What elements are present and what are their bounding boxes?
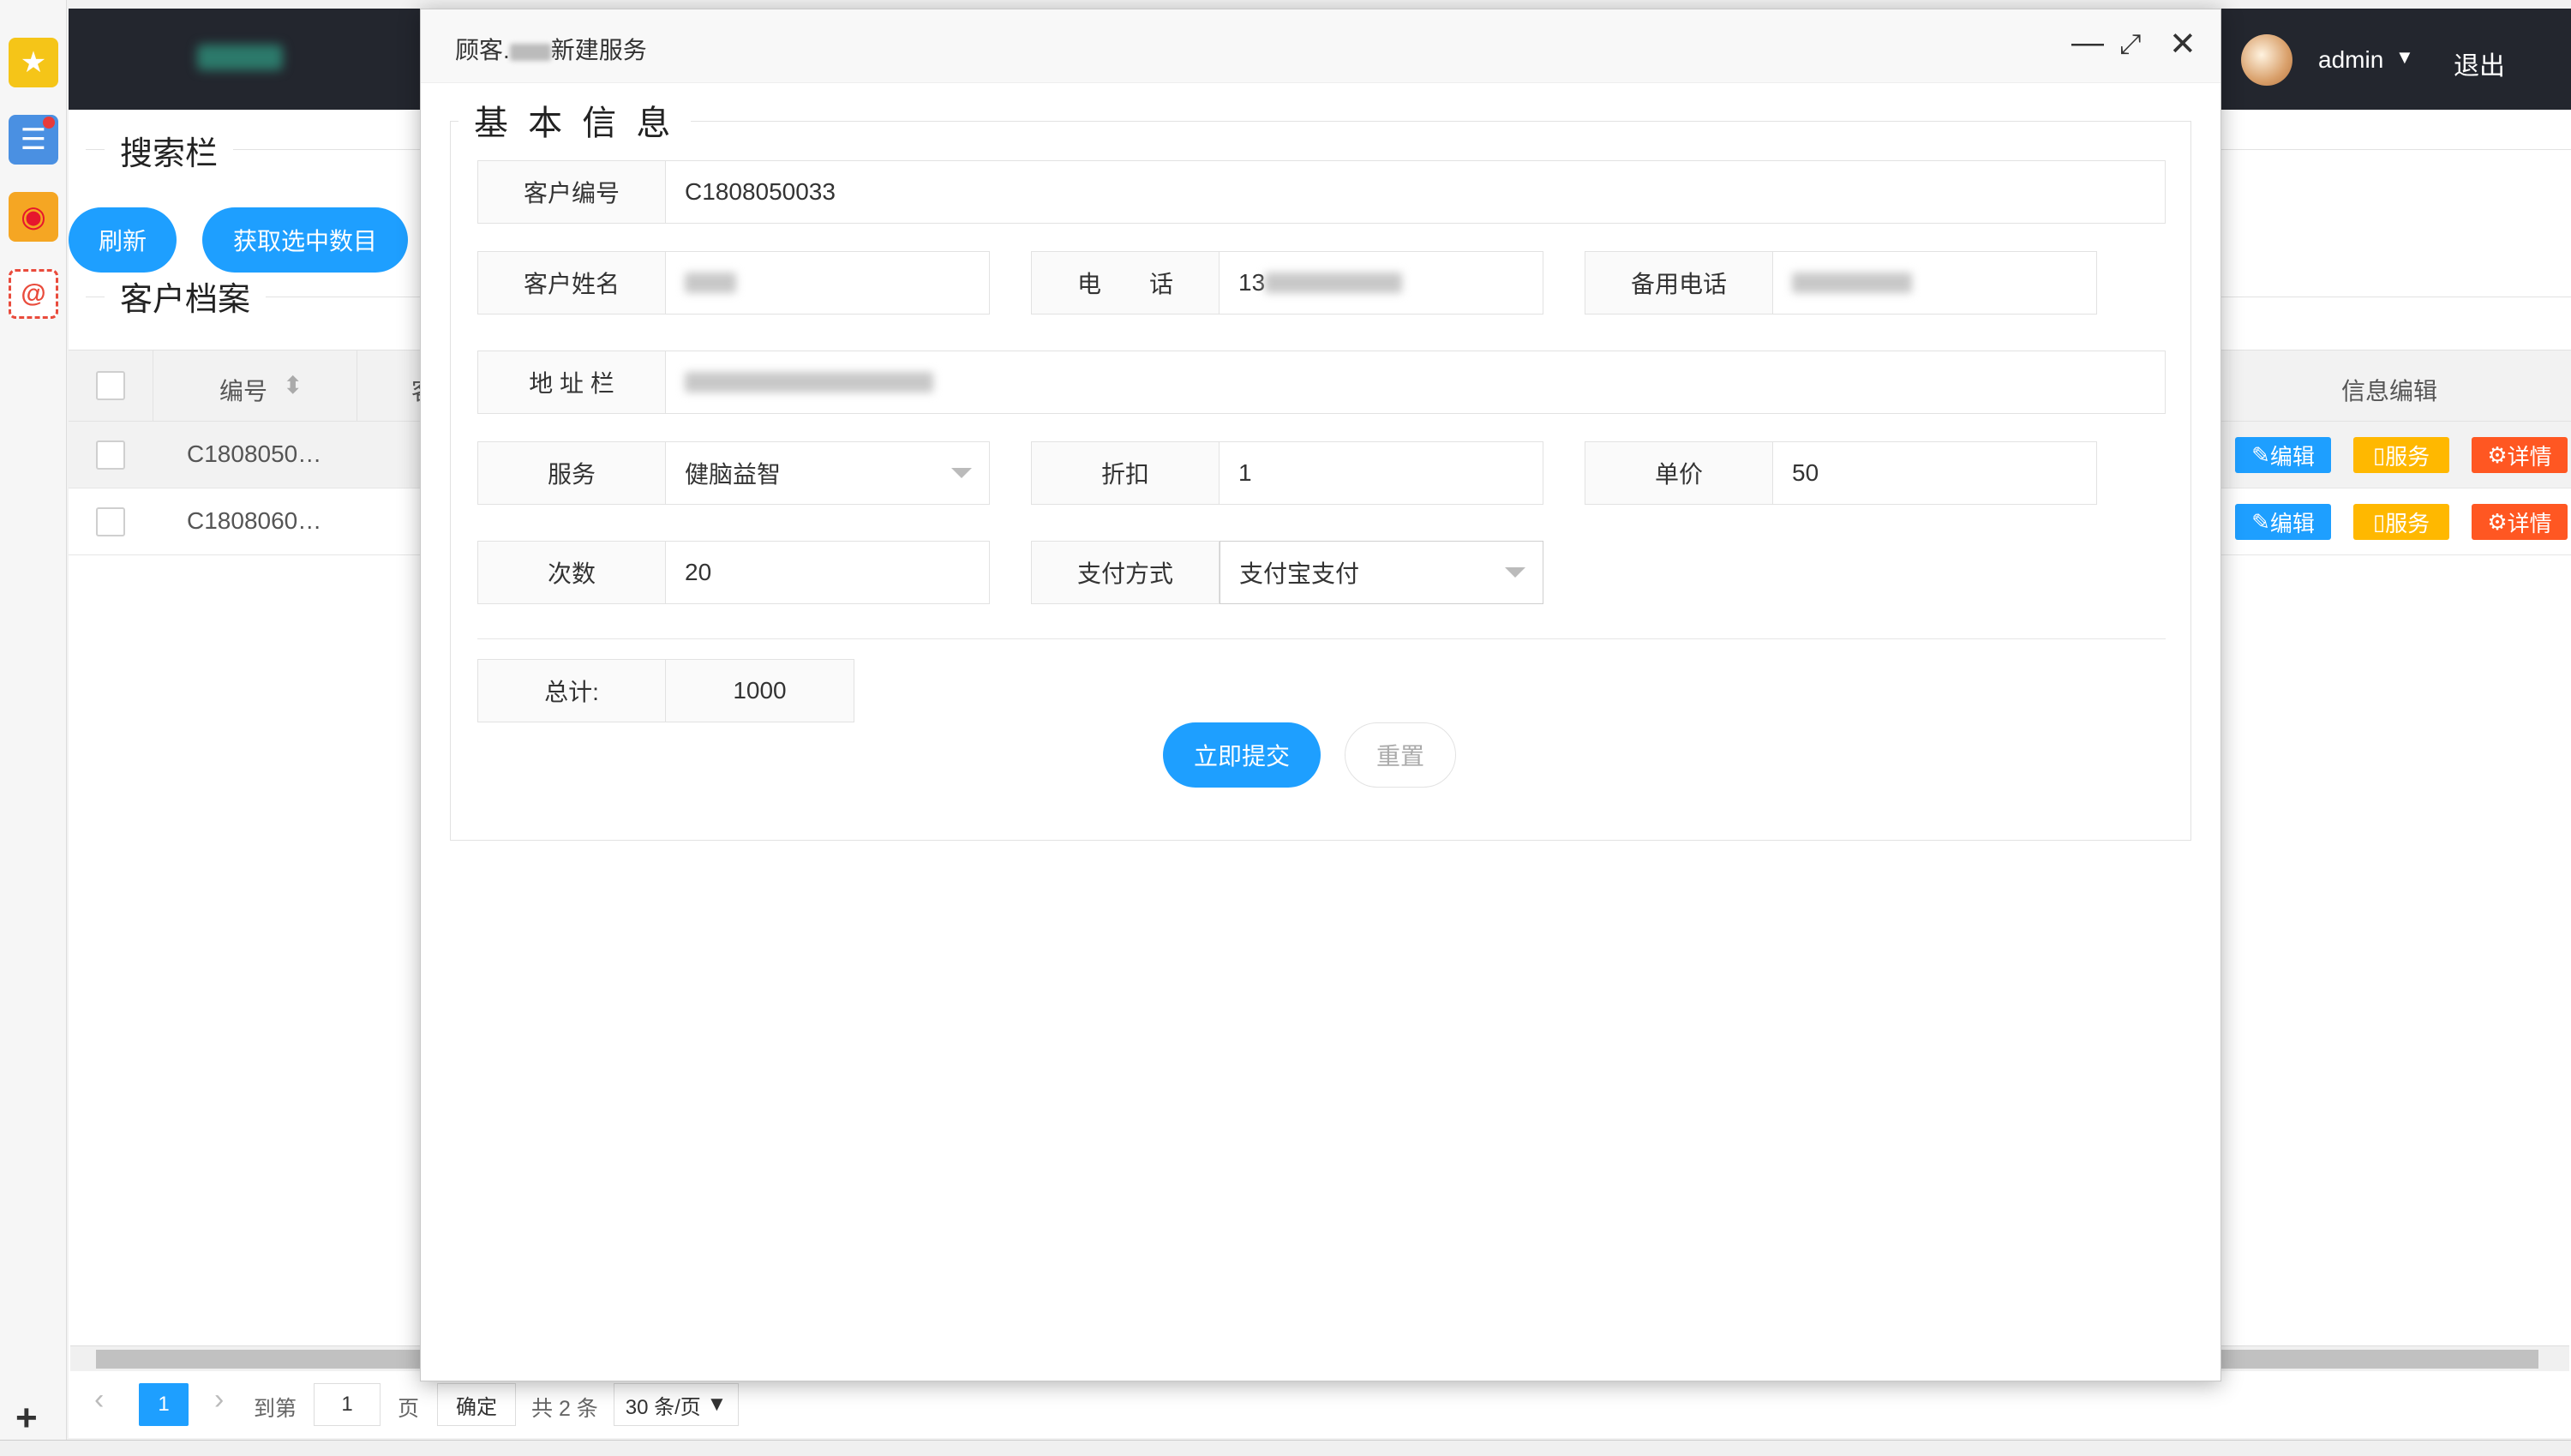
payment-label: 支付方式 <box>1031 541 1220 604</box>
chevron-down-icon <box>951 468 972 478</box>
discount-field[interactable]: 1 <box>1220 441 1543 505</box>
basic-info-title: 基 本 信 息 <box>458 95 692 145</box>
modal-header: 顾客. 新建服务 — ⤢ ✕ <box>421 9 2220 83</box>
mail-icon[interactable]: @ <box>9 269 58 319</box>
unit-price-field[interactable]: 50 <box>1773 441 2097 505</box>
customer-no-field[interactable]: C1808050033 <box>666 160 2166 224</box>
chevron-down-icon <box>1505 567 1525 578</box>
customer-name-field[interactable] <box>666 251 990 315</box>
row-id: C1808050… <box>187 440 322 467</box>
total-value: 1000 <box>666 659 854 722</box>
edit-button[interactable]: ✎ 编辑 <box>2235 504 2331 540</box>
search-section-title: 搜索栏 <box>105 127 234 174</box>
sort-icon[interactable]: ⬍ <box>283 371 303 399</box>
goto-label: 到第 <box>254 1397 297 1421</box>
address-label: 地 址 栏 <box>477 351 666 414</box>
service-button[interactable]: ▯ 服务 <box>2353 437 2449 473</box>
customer-name-label: 客户姓名 <box>477 251 666 315</box>
discount-label: 折扣 <box>1031 441 1220 505</box>
chevron-down-icon[interactable]: ▼ <box>2395 46 2414 69</box>
goto-confirm-button[interactable]: 确定 <box>437 1383 516 1426</box>
row-id: C1808060… <box>187 507 322 534</box>
column-header-id[interactable]: 编号 <box>219 373 267 407</box>
close-icon[interactable]: ✕ <box>2169 25 2196 63</box>
page-unit-label: 页 <box>398 1397 420 1421</box>
phone-field[interactable]: 13 <box>1220 251 1543 315</box>
user-name[interactable]: admin <box>2318 46 2383 74</box>
current-page-button[interactable]: 1 <box>139 1383 189 1426</box>
get-selected-button[interactable]: 获取选中数目 <box>202 207 408 273</box>
minimize-icon[interactable]: — <box>2071 25 2104 62</box>
phone-label: 电 话 <box>1031 251 1220 315</box>
add-icon[interactable]: + <box>15 1397 38 1440</box>
next-page-icon[interactable]: › <box>214 1383 224 1417</box>
count-field[interactable]: 20 <box>666 541 990 604</box>
reset-button[interactable]: 重置 <box>1345 722 1456 788</box>
submit-button[interactable]: 立即提交 <box>1163 722 1321 788</box>
divider <box>477 638 2166 639</box>
refresh-button[interactable]: 刷新 <box>69 207 177 273</box>
customer-no-label: 客户编号 <box>477 160 666 224</box>
detail-button[interactable]: ⚙ 详情 <box>2472 504 2568 540</box>
unit-price-label: 单价 <box>1585 441 1773 505</box>
detail-button[interactable]: ⚙ 详情 <box>2472 437 2568 473</box>
weibo-icon[interactable]: ◉ <box>9 192 58 242</box>
browser-sidebar: ★ ☰ ◉ @ + <box>0 0 67 1456</box>
avatar[interactable] <box>2241 34 2292 86</box>
new-service-modal: 顾客. 新建服务 — ⤢ ✕ 基 本 信 息 客户编号 C1808050033 客… <box>420 9 2221 1381</box>
backup-phone-field[interactable] <box>1773 251 2097 315</box>
column-header-edit: 信息编辑 <box>2341 378 2438 404</box>
row-checkbox[interactable] <box>96 440 125 470</box>
archive-section-title: 客户档案 <box>105 273 267 320</box>
service-label: 服务 <box>477 441 666 505</box>
address-field[interactable] <box>666 351 2166 414</box>
modal-title: 顾客. 新建服务 <box>455 37 647 63</box>
total-label: 总计: <box>477 659 666 722</box>
prev-page-icon[interactable]: ‹ <box>94 1383 104 1417</box>
goto-page-input[interactable]: 1 <box>314 1383 381 1426</box>
logout-link[interactable]: 退出 <box>2454 45 2505 82</box>
page-size-select[interactable]: 30 条/页 ▼ <box>614 1383 739 1426</box>
notification-dot <box>43 117 55 129</box>
total-count: 共 2 条 <box>531 1397 598 1421</box>
service-button[interactable]: ▯ 服务 <box>2353 504 2449 540</box>
logo <box>197 45 283 70</box>
row-checkbox[interactable] <box>96 507 125 536</box>
browser-statusbar <box>0 1440 2571 1456</box>
edit-button[interactable]: ✎ 编辑 <box>2235 437 2331 473</box>
maximize-icon[interactable]: ⤢ <box>2119 28 2142 61</box>
count-label: 次数 <box>477 541 666 604</box>
favorites-star-icon[interactable]: ★ <box>9 38 58 87</box>
service-select[interactable]: 健脑益智 <box>666 441 990 505</box>
backup-phone-label: 备用电话 <box>1585 251 1773 315</box>
select-all-checkbox[interactable] <box>96 371 125 400</box>
payment-select[interactable]: 支付宝支付 <box>1220 541 1543 604</box>
